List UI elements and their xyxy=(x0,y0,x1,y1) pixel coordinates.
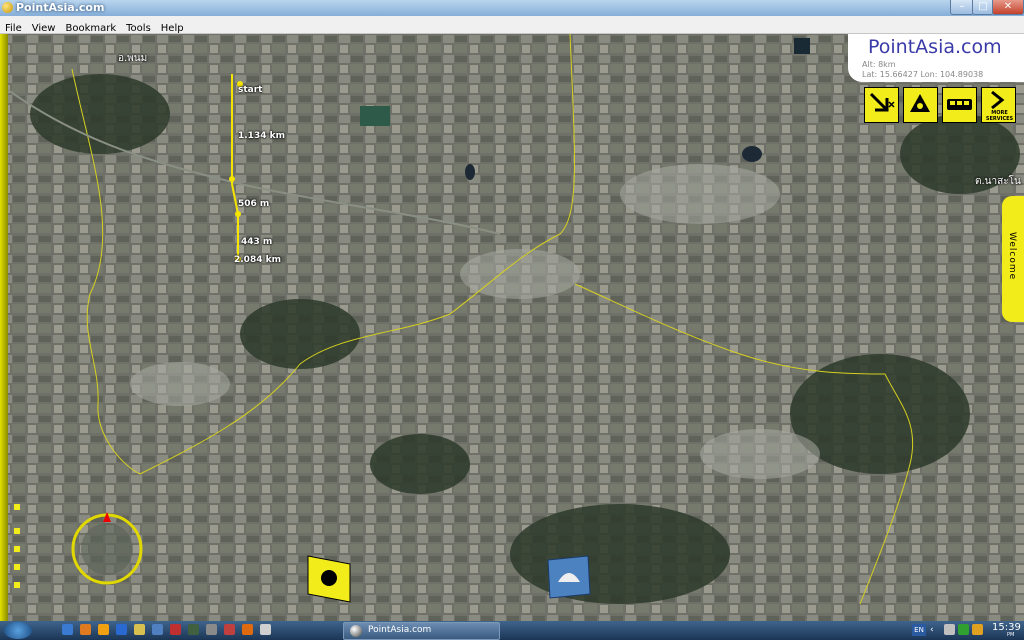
volume-icon[interactable] xyxy=(972,624,983,635)
menu-bar: File View Bookmark Tools Help xyxy=(0,16,1024,34)
quicklaunch-icon[interactable] xyxy=(98,624,109,635)
more-services-label: MORE SERVICES xyxy=(985,110,1014,122)
more-services-icon xyxy=(991,90,1005,110)
quicklaunch-icon[interactable] xyxy=(170,624,181,635)
more-services-button[interactable]: MORE SERVICES xyxy=(981,87,1016,123)
route-segment-label: 506 m xyxy=(238,199,270,209)
route-total-label: 2.084 km xyxy=(234,255,281,265)
left-edge-bar xyxy=(0,34,8,621)
minimize-button[interactable]: – xyxy=(950,0,974,15)
quicklaunch-icon[interactable] xyxy=(152,624,163,635)
route-segment-label: 443 m xyxy=(241,237,273,247)
window-title: PointAsia.com xyxy=(16,1,105,14)
poi-marker-icon[interactable] xyxy=(307,555,351,603)
bus-icon xyxy=(947,99,972,110)
place-label: ต.นาสะโน xyxy=(975,176,1021,187)
pointasia-icon xyxy=(350,625,362,637)
close-button[interactable]: ✕ xyxy=(992,0,1024,15)
route-segment-label: 1.134 km xyxy=(238,131,285,141)
ie-icon[interactable] xyxy=(116,624,127,635)
coordinate-readout: Lat: 15.66427 Lon: 104.89038 xyxy=(862,70,984,79)
tray-icon[interactable] xyxy=(944,624,955,635)
route-start-label: start xyxy=(238,85,263,95)
dome-marker-icon[interactable] xyxy=(547,555,591,599)
brand-logo: PointAsia.com xyxy=(868,36,1002,58)
start-button[interactable] xyxy=(4,622,32,639)
radiation-button[interactable] xyxy=(903,87,938,123)
tools-button[interactable] xyxy=(864,87,899,123)
arrow-tools-icon xyxy=(869,92,895,112)
app-icon xyxy=(2,2,13,13)
clock-ampm: PM xyxy=(1007,632,1015,638)
bus-button[interactable] xyxy=(942,87,977,123)
quicklaunch-icon[interactable] xyxy=(62,624,73,635)
quicklaunch-icon[interactable] xyxy=(134,624,145,635)
quicklaunch-icon[interactable] xyxy=(188,624,199,635)
radiation-icon xyxy=(910,94,930,112)
title-bar: PointAsia.com – □ ✕ xyxy=(0,0,1024,16)
quicklaunch-icon[interactable] xyxy=(80,624,91,635)
place-label: อ.พนม xyxy=(118,53,148,64)
maximize-button[interactable]: □ xyxy=(972,0,994,15)
brand-panel: PointAsia.com Alt: 8km Lat: 15.66427 Lon… xyxy=(848,34,1024,82)
language-indicator[interactable]: EN xyxy=(912,624,926,636)
welcome-label: Welcome xyxy=(1007,232,1017,281)
quicklaunch-icon[interactable] xyxy=(206,624,217,635)
firefox-icon[interactable] xyxy=(242,624,253,635)
altitude-readout: Alt: 8km xyxy=(862,60,896,69)
quicklaunch-icon[interactable] xyxy=(224,624,235,635)
tray-icon[interactable]: ‹ xyxy=(930,625,934,635)
taskbar-app-label: PointAsia.com xyxy=(368,625,432,635)
welcome-tab[interactable]: Welcome xyxy=(1002,196,1024,322)
taskbar-app-pointasia[interactable]: PointAsia.com xyxy=(343,622,500,640)
quicklaunch-icon[interactable] xyxy=(260,624,271,635)
tray-icon[interactable] xyxy=(958,624,969,635)
